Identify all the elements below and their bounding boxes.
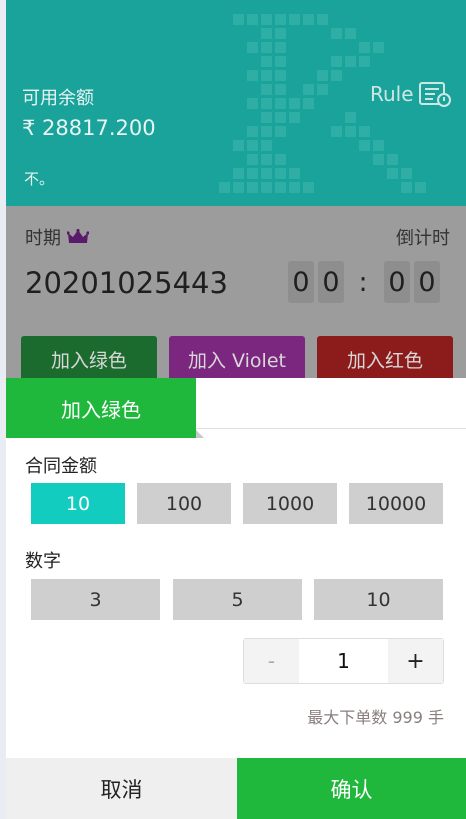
countdown-timer: 0 0 : 0 0 — [288, 261, 444, 303]
join-green-button[interactable]: 加入绿色 — [21, 336, 157, 382]
contract-option-100[interactable]: 100 — [137, 483, 231, 524]
max-order-note: 最大下单数 999 手 — [307, 708, 444, 727]
balance-value: ₹ 28817.200 — [22, 116, 156, 140]
number-option-5[interactable]: 5 — [173, 579, 302, 620]
sheet-title-tab: 加入绿色 — [6, 378, 196, 438]
contract-amount-label: 合同金额 — [25, 456, 97, 477]
period-number: 20201025443 — [25, 266, 228, 300]
decrement-button[interactable]: - — [244, 639, 299, 683]
join-violet-button[interactable]: 加入 Violet — [169, 336, 305, 382]
bet-sheet: 加入绿色 合同金额 10 100 1000 10000 数字 3 5 10 - … — [6, 378, 466, 819]
rule-document-icon — [418, 82, 451, 107]
balance-label: 可用余额 — [22, 88, 94, 109]
number-option-10[interactable]: 10 — [314, 579, 443, 620]
timer-digit: 0 — [318, 261, 344, 303]
sheet-divider — [196, 428, 466, 429]
tab-fold-decoration — [196, 430, 204, 438]
rule-button[interactable]: Rule — [370, 80, 452, 108]
balance-header: 可用余额 ₹ 28817.200 不。 Rule — [6, 0, 466, 206]
timer-digit: 0 — [288, 261, 314, 303]
period-panel: 时期 倒计时 20201025443 0 0 : 0 0 加入绿色 加入 Vio… — [6, 206, 466, 382]
join-red-button[interactable]: 加入红色 — [317, 336, 453, 382]
app-frame: 可用余额 ₹ 28817.200 不。 Rule 时期 倒计时 20201025… — [6, 0, 466, 819]
quantity-stepper: - 1 + — [243, 638, 444, 684]
rule-label: Rule — [370, 82, 414, 106]
period-label-row: 时期 — [25, 224, 89, 250]
timer-digit: 0 — [384, 261, 410, 303]
period-label: 时期 — [25, 228, 61, 249]
timer-digit: 0 — [414, 261, 440, 303]
quantity-input[interactable]: 1 — [299, 639, 388, 683]
number-option-3[interactable]: 3 — [31, 579, 160, 620]
increment-button[interactable]: + — [388, 639, 443, 683]
contract-option-10000[interactable]: 10000 — [349, 483, 443, 524]
confirm-button[interactable]: 确认 — [237, 758, 466, 819]
contract-option-1000[interactable]: 1000 — [243, 483, 337, 524]
countdown-label: 倒计时 — [396, 228, 450, 249]
number-label: 数字 — [25, 551, 61, 572]
timer-colon: : — [358, 266, 368, 298]
crown-icon — [67, 229, 89, 243]
header-note: 不。 — [24, 170, 55, 188]
cancel-button[interactable]: 取消 — [6, 758, 237, 819]
contract-option-10[interactable]: 10 — [31, 483, 125, 524]
